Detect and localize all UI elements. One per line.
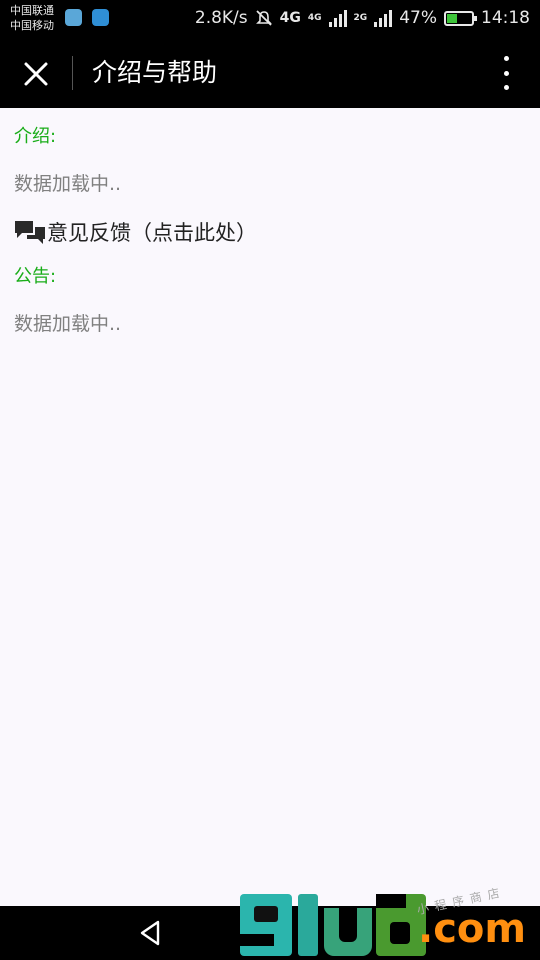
network-type-1: 4G bbox=[279, 10, 301, 26]
battery-fill bbox=[447, 13, 457, 23]
carrier-2: 中国移动 bbox=[10, 19, 54, 32]
carrier-1: 中国联通 bbox=[10, 4, 54, 17]
close-button[interactable] bbox=[16, 54, 56, 94]
recent-square-icon[interactable] bbox=[376, 918, 406, 948]
feedback-link[interactable]: 意见反馈（点击此处） bbox=[14, 219, 526, 247]
system-nav-bar bbox=[0, 906, 540, 960]
signal-icon-2 bbox=[374, 9, 393, 27]
feedback-label: 意见反馈（点击此处） bbox=[47, 221, 257, 245]
battery-icon bbox=[444, 10, 477, 26]
clock: 14:18 bbox=[481, 8, 530, 28]
title-divider bbox=[72, 56, 73, 90]
more-options-button[interactable] bbox=[492, 56, 520, 90]
home-circle-icon[interactable] bbox=[255, 918, 285, 948]
network-type-3: 2G bbox=[353, 13, 368, 23]
location-app-icon bbox=[92, 9, 109, 26]
title-bar: 介绍与帮助 bbox=[0, 36, 540, 108]
battery-percent: 47% bbox=[399, 8, 437, 28]
close-icon bbox=[24, 62, 48, 86]
main-content: 介绍: 数据加载中.. 意见反馈（点击此处） 公告: 数据加载中.. bbox=[14, 108, 526, 336]
page-title: 介绍与帮助 bbox=[92, 58, 218, 87]
network-type-2: 4G bbox=[307, 13, 322, 23]
back-triangle-icon[interactable] bbox=[136, 918, 166, 948]
battery-cap bbox=[474, 15, 477, 21]
mute-icon bbox=[255, 10, 272, 26]
more-vertical-icon bbox=[503, 56, 509, 61]
notice-text: 数据加载中.. bbox=[14, 313, 122, 335]
intro-text: 数据加载中.. bbox=[14, 173, 122, 195]
status-right: 2.8K/s 4G 4G 2G 47% 14:18 bbox=[195, 0, 530, 36]
carrier-labels: 中国联通 中国移动 bbox=[10, 3, 54, 33]
status-bar: 中国联通 中国移动 2.8K/s 4G 4G 2G 47% 14:18 bbox=[0, 0, 540, 36]
notice-heading: 公告: bbox=[14, 266, 57, 287]
network-speed: 2.8K/s bbox=[194, 8, 248, 28]
intro-heading: 介绍: bbox=[14, 126, 57, 147]
browser-app-icon bbox=[65, 9, 82, 26]
chat-bubbles-icon bbox=[15, 221, 45, 244]
signal-icon bbox=[328, 9, 347, 27]
